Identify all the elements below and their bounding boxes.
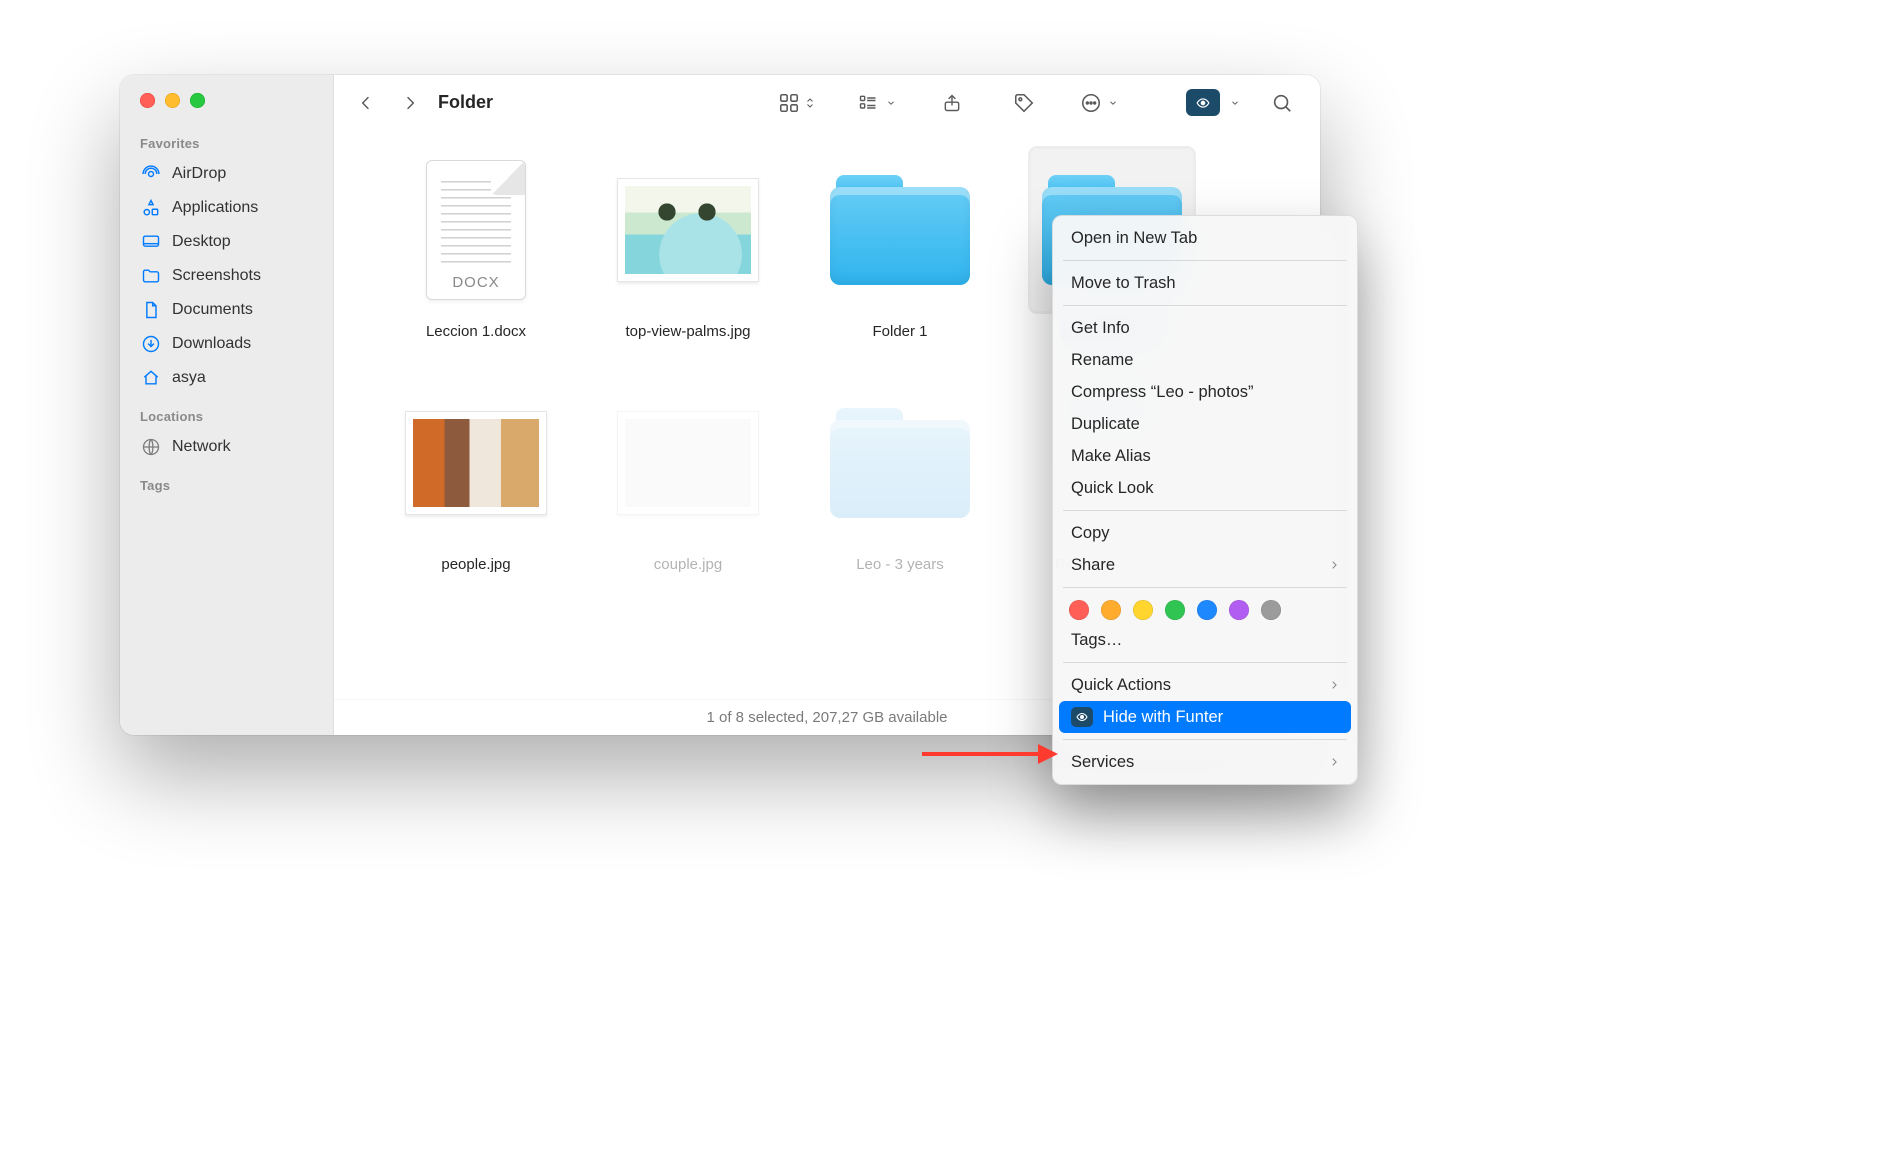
downloads-icon [140, 333, 162, 355]
tag-color-red[interactable] [1069, 600, 1089, 620]
network-icon [140, 436, 162, 458]
zoom-window-button[interactable] [190, 93, 205, 108]
ctx-separator [1063, 662, 1347, 663]
ctx-separator [1063, 260, 1347, 261]
file-name: top-view-palms.jpg [617, 321, 758, 342]
applications-icon [140, 197, 162, 219]
file-item-image[interactable]: top-view-palms.jpg [612, 149, 764, 342]
ctx-hide-with-funter[interactable]: Hide with Funter [1059, 701, 1351, 733]
ctx-separator [1063, 587, 1347, 588]
sidebar-item-screenshots[interactable]: Screenshots [140, 259, 323, 293]
sidebar-item-label: Applications [172, 199, 258, 217]
more-actions-button[interactable] [1076, 86, 1122, 120]
ctx-quick-look[interactable]: Quick Look [1059, 472, 1351, 504]
toolbar: Folder [334, 75, 1320, 131]
chevron-right-icon [1329, 755, 1339, 769]
sidebar-item-desktop[interactable]: Desktop [140, 225, 323, 259]
sidebar-item-network[interactable]: Network [140, 430, 323, 464]
forward-button[interactable] [388, 86, 432, 120]
image-thumbnail [617, 411, 759, 515]
ctx-copy[interactable]: Copy [1059, 517, 1351, 549]
folder-icon [830, 175, 970, 285]
ctx-compress[interactable]: Compress “Leo - photos” [1059, 376, 1351, 408]
tags-button[interactable] [1004, 86, 1044, 120]
ctx-move-to-trash[interactable]: Move to Trash [1059, 267, 1351, 299]
ctx-tags[interactable]: Tags… [1059, 624, 1351, 656]
group-by-button[interactable] [852, 86, 900, 120]
sidebar-heading-tags: Tags [140, 478, 323, 493]
ctx-separator [1063, 305, 1347, 306]
file-name: couple.jpg [646, 554, 730, 575]
folder-icon [830, 408, 970, 518]
ctx-make-alias[interactable]: Make Alias [1059, 440, 1351, 472]
ctx-services[interactable]: Services [1059, 746, 1351, 778]
docx-icon: DOCX [426, 160, 526, 300]
file-name: people.jpg [433, 554, 518, 575]
sidebar-item-downloads[interactable]: Downloads [140, 327, 323, 361]
sidebar-heading-locations: Locations [140, 409, 323, 424]
file-name: Leo - 3 years [848, 554, 952, 575]
ctx-quick-actions[interactable]: Quick Actions [1059, 669, 1351, 701]
document-icon [140, 299, 162, 321]
file-item-docx[interactable]: DOCX Leccion 1.docx [400, 149, 552, 342]
eye-icon [1071, 707, 1093, 727]
tag-color-green[interactable] [1165, 600, 1185, 620]
sidebar-item-label: Downloads [172, 335, 251, 353]
tag-color-yellow[interactable] [1133, 600, 1153, 620]
view-mode-button[interactable] [774, 86, 820, 120]
sidebar-item-label: Desktop [172, 233, 231, 251]
file-name: Leccion 1.docx [418, 321, 534, 342]
ctx-open-new-tab[interactable]: Open in New Tab [1059, 222, 1351, 254]
minimize-window-button[interactable] [165, 93, 180, 108]
context-menu: Open in New Tab Move to Trash Get Info R… [1052, 215, 1358, 785]
ctx-tag-colors [1059, 594, 1351, 624]
annotation-arrow [920, 740, 1060, 768]
sidebar-item-home[interactable]: asya [140, 361, 323, 395]
sidebar-item-label: Screenshots [172, 267, 261, 285]
sidebar-item-label: AirDrop [172, 165, 226, 183]
share-button[interactable] [932, 86, 972, 120]
file-item-folder-hidden[interactable]: Leo - 3 years [824, 382, 976, 575]
sidebar-item-applications[interactable]: Applications [140, 191, 323, 225]
image-thumbnail [617, 178, 759, 282]
ctx-get-info[interactable]: Get Info [1059, 312, 1351, 344]
sidebar-heading-favorites: Favorites [140, 136, 323, 151]
file-name: Folder 1 [864, 321, 935, 342]
sidebar: Favorites AirDrop Applications [120, 75, 334, 735]
tag-color-purple[interactable] [1229, 600, 1249, 620]
file-item-image-hidden[interactable]: couple.jpg [612, 382, 764, 575]
window-title: Folder [438, 92, 493, 113]
close-window-button[interactable] [140, 93, 155, 108]
back-button[interactable] [344, 86, 388, 120]
chevron-right-icon [1329, 558, 1339, 572]
search-button[interactable] [1262, 86, 1302, 120]
tag-color-orange[interactable] [1101, 600, 1121, 620]
desktop-icon [140, 231, 162, 253]
funter-toolbar-button[interactable] [1182, 86, 1244, 120]
sidebar-item-label: Network [172, 438, 231, 456]
ctx-duplicate[interactable]: Duplicate [1059, 408, 1351, 440]
sidebar-item-label: Documents [172, 301, 253, 319]
ctx-rename[interactable]: Rename [1059, 344, 1351, 376]
airdrop-icon [140, 163, 162, 185]
folder-icon [140, 265, 162, 287]
ctx-separator [1063, 739, 1347, 740]
file-item-folder[interactable]: Folder 1 [824, 149, 976, 342]
chevron-right-icon [1329, 678, 1339, 692]
eye-icon [1186, 89, 1220, 116]
tag-color-blue[interactable] [1197, 600, 1217, 620]
sidebar-item-label: asya [172, 369, 206, 387]
window-controls [120, 75, 333, 122]
file-item-image[interactable]: people.jpg [400, 382, 552, 575]
ctx-separator [1063, 510, 1347, 511]
sidebar-item-documents[interactable]: Documents [140, 293, 323, 327]
tag-color-gray[interactable] [1261, 600, 1281, 620]
sidebar-item-airdrop[interactable]: AirDrop [140, 157, 323, 191]
home-icon [140, 367, 162, 389]
image-thumbnail [405, 411, 547, 515]
ctx-share[interactable]: Share [1059, 549, 1351, 581]
